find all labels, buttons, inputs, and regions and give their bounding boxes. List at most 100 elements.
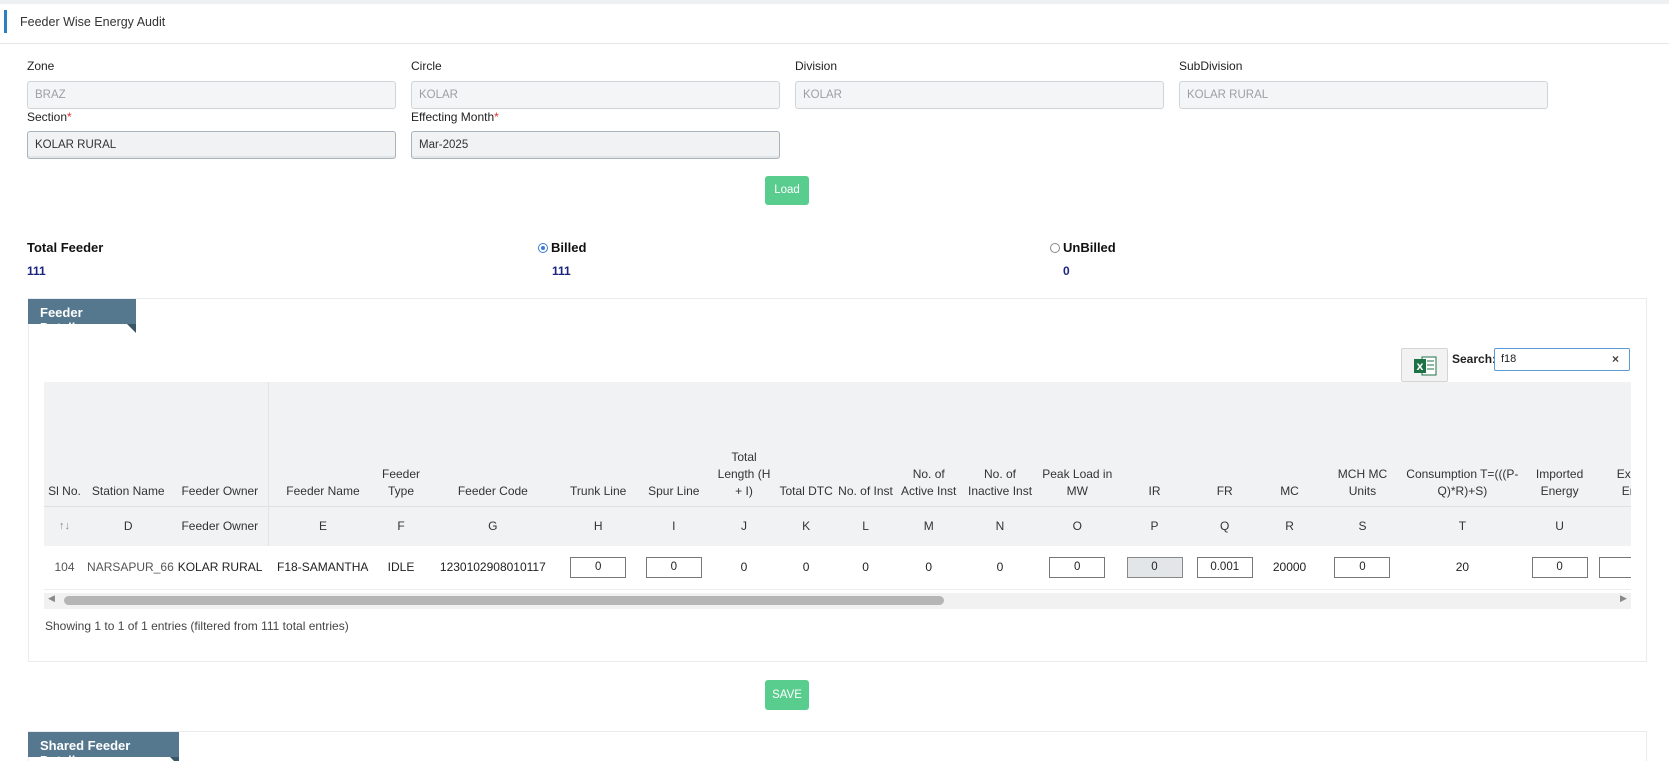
circle-input[interactable]: KOLAR <box>411 81 780 109</box>
column-header[interactable]: Peak Load in MW <box>1037 382 1117 506</box>
column-header[interactable]: Exported Energy <box>1597 382 1631 506</box>
sort-icon[interactable]: ↑↓ <box>44 505 86 546</box>
column-header[interactable]: Total DTC <box>776 382 836 506</box>
excel-export-button[interactable]: X <box>1401 348 1448 382</box>
column-code: E <box>268 505 377 546</box>
circle-label: Circle <box>411 59 442 73</box>
unbilled-value: 0 <box>1063 264 1070 278</box>
column-header[interactable]: FR <box>1192 382 1258 506</box>
column-code: I <box>635 505 712 546</box>
column-header[interactable]: MCH MC Units <box>1321 382 1403 506</box>
column-code: G <box>425 505 561 546</box>
column-code: F <box>376 505 426 546</box>
column-header[interactable]: Sl No. <box>44 382 86 506</box>
column-code: P <box>1116 505 1193 546</box>
excel-icon: X <box>1414 356 1437 376</box>
division-input[interactable]: KOLAR <box>795 81 1164 109</box>
column-code: S <box>1321 505 1403 546</box>
cell-trunk-line: 0 <box>560 546 636 590</box>
column-code: D <box>85 505 172 546</box>
zone-input[interactable]: BRAZ <box>27 81 396 109</box>
cell-ir: 0 <box>1116 546 1193 590</box>
cell-feeder-name: F18-SAMANTHA <box>268 546 377 590</box>
cell-spur-line: 0 <box>635 546 712 590</box>
column-header[interactable]: IR <box>1116 382 1193 506</box>
scroll-left-icon[interactable]: ◀ <box>48 593 55 604</box>
column-code: U <box>1521 505 1598 546</box>
column-header[interactable]: Consumption T=(((P-Q)*R)+S) <box>1402 382 1522 506</box>
imported-energy-input[interactable]: 0 <box>1531 556 1588 578</box>
division-label: Division <box>795 59 838 73</box>
subdivision-label: SubDivision <box>1179 59 1243 73</box>
column-code: M <box>895 505 963 546</box>
column-header[interactable]: No. of Inst <box>835 382 896 506</box>
column-header[interactable]: Station Name <box>85 382 172 506</box>
spur-line-input[interactable]: 0 <box>645 556 702 578</box>
page-header: Feeder Wise Energy Audit <box>0 4 1669 44</box>
required-marker: * <box>67 110 72 124</box>
month-input[interactable]: Mar-2025 <box>411 131 780 159</box>
page-title: Feeder Wise Energy Audit <box>20 15 166 29</box>
mch-units-input[interactable]: 0 <box>1334 556 1391 578</box>
ir-input: 0 <box>1126 556 1183 578</box>
cell-inst: 0 <box>835 546 896 590</box>
feeder-details-tab: Feeder Details <box>28 299 136 335</box>
table-row: 104 NARSAPUR_66 KOLAR RURAL F18-SAMANTHA… <box>44 546 1631 590</box>
unbilled-label: UnBilled <box>1063 240 1116 255</box>
billed-label: Billed <box>551 240 587 255</box>
cell-inactive-inst: 0 <box>962 546 1038 590</box>
shared-feeder-panel <box>28 731 1647 761</box>
fr-input[interactable]: 0.001 <box>1196 556 1253 578</box>
table-header-code-row: ↑↓DFeeder OwnerEFGHIJKLMNOPQRSTUV <box>44 505 1631 546</box>
cell-sl: 104 <box>44 546 86 590</box>
column-code: Q <box>1192 505 1258 546</box>
shared-feeder-tab: Shared Feeder Details <box>28 732 179 761</box>
column-header[interactable]: Feeder Name <box>268 382 377 506</box>
feeder-table-container: Sl No. Station Name Feeder Owner Feeder Nam… <box>44 382 1631 606</box>
exported-energy-input[interactable] <box>1599 556 1631 578</box>
column-header[interactable]: Spur Line <box>635 382 712 506</box>
cell-station: NARSAPUR_66 <box>85 546 174 590</box>
column-code: R <box>1257 505 1322 546</box>
cell-active-inst: 0 <box>895 546 963 590</box>
cell-mc: 20000 <box>1257 546 1322 590</box>
subdivision-input[interactable]: KOLAR RURAL <box>1179 81 1548 109</box>
column-header[interactable]: Trunk Line <box>560 382 636 506</box>
radio-unselected-icon[interactable] <box>1050 243 1060 253</box>
table-info: Showing 1 to 1 of 1 entries (filtered fr… <box>45 619 349 633</box>
save-button[interactable]: SAVE <box>765 680 809 710</box>
column-code: V <box>1597 505 1631 546</box>
billed-radio[interactable]: Billed <box>538 240 586 255</box>
column-header[interactable]: MC <box>1257 382 1322 506</box>
trunk-line-input[interactable]: 0 <box>570 556 627 578</box>
column-code: T <box>1402 505 1522 546</box>
cell-peak-load: 0 <box>1037 546 1117 590</box>
header-accent-bar <box>4 10 7 33</box>
radio-selected-icon[interactable] <box>538 243 548 253</box>
search-input[interactable]: f18 <box>1494 348 1630 371</box>
column-header[interactable]: Total Length (H + I) <box>711 382 777 506</box>
column-header[interactable]: Imported Energy <box>1521 382 1598 506</box>
unbilled-radio[interactable]: UnBilled <box>1050 240 1116 255</box>
scroll-right-icon[interactable]: ▶ <box>1620 593 1627 604</box>
peak-load-input[interactable]: 0 <box>1049 556 1106 578</box>
column-header[interactable]: Feeder Code <box>425 382 561 506</box>
billed-value: 111 <box>552 264 571 278</box>
load-button[interactable]: Load <box>765 176 809 205</box>
column-code: O <box>1037 505 1117 546</box>
feeder-table: Sl No. Station Name Feeder Owner Feeder Nam… <box>44 382 1631 590</box>
clear-icon[interactable]: × <box>1612 352 1619 366</box>
month-label: Effecting Month* <box>411 110 499 124</box>
column-header[interactable]: Feeder Type <box>376 382 426 506</box>
cell-fr: 0.001 <box>1192 546 1258 590</box>
column-header[interactable]: Feeder Owner <box>171 382 269 506</box>
search-label: Search: <box>1452 352 1497 366</box>
column-code: K <box>776 505 836 546</box>
cell-owner: KOLAR RURAL <box>171 546 269 590</box>
section-select[interactable]: KOLAR RURAL <box>27 131 396 159</box>
scrollbar-thumb[interactable] <box>64 596 944 605</box>
column-header[interactable]: No. of Active Inst <box>895 382 963 506</box>
column-header[interactable]: No. of Inactive Inst <box>962 382 1038 506</box>
section-label: Section* <box>27 110 72 124</box>
tab-fold <box>170 757 179 761</box>
